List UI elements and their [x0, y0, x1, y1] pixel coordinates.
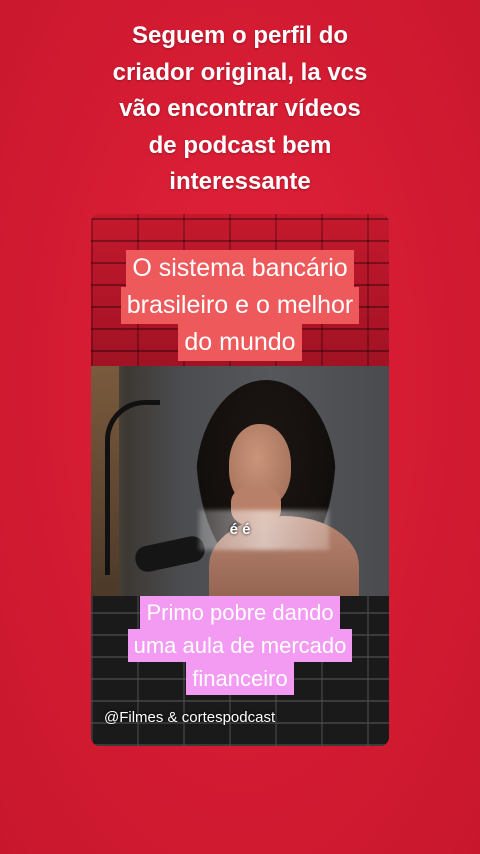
creator-handle[interactable]: @Filmes & cortespodcast [104, 709, 275, 726]
caption-line: interessante [169, 168, 311, 195]
bottom-label-line: financeiro [186, 662, 294, 695]
caption-line: Seguem o perfil do [131, 22, 349, 49]
caption-line: criador original, la vcs [112, 58, 368, 86]
video-subtitle: é é [229, 521, 251, 538]
bottom-label-line: Primo pobre dando [140, 596, 340, 629]
caption-line: vão encontrar vídeos [119, 95, 361, 122]
bottom-label-line: uma aula de mercado [127, 629, 353, 662]
caption-line: de podcast bem [148, 131, 332, 159]
bottom-video-label: Primo pobre dando uma aula de mercado fi… [91, 596, 389, 695]
top-label-line: brasileiro e o melhor [120, 287, 360, 324]
top-label-line: O sistema bancário [126, 250, 354, 287]
top-video-label: O sistema bancário brasileiro e o melhor… [91, 250, 389, 361]
top-label-line: do mundo [178, 324, 302, 361]
podcast-scene [91, 366, 389, 616]
story-caption: Seguem o perfil do criador original, la … [40, 18, 440, 201]
